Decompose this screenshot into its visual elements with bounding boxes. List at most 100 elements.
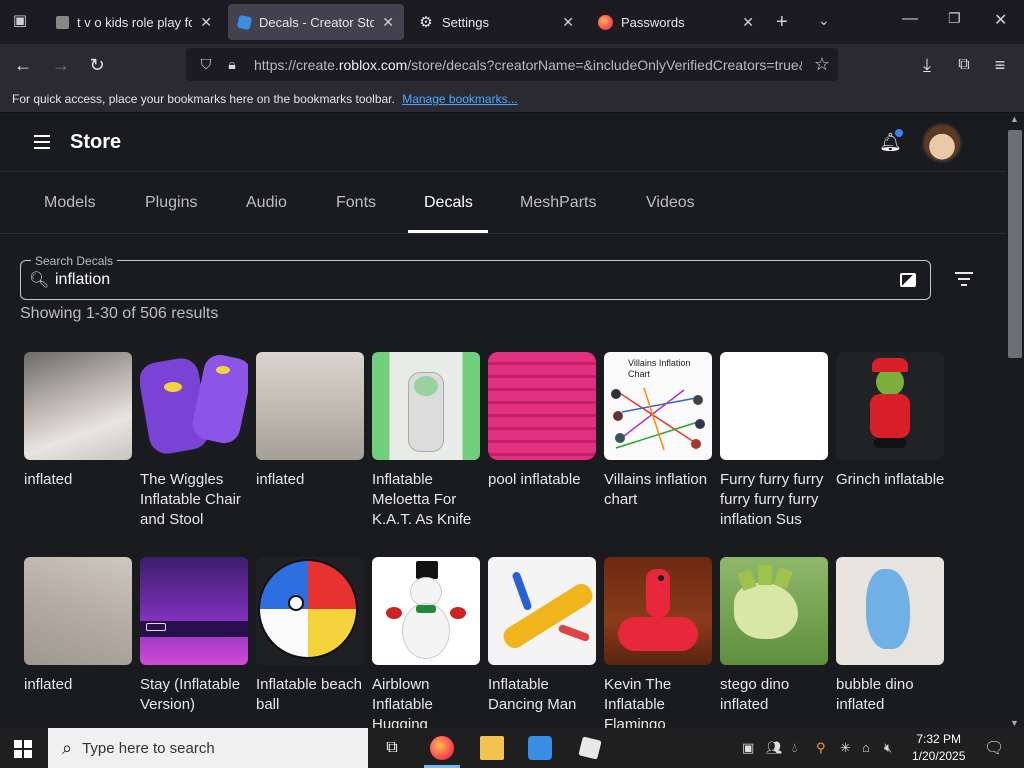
new-tab-icon[interactable]: + — [776, 11, 788, 34]
volume-muted-icon[interactable]: 🔇︎ — [884, 740, 892, 756]
decal-card[interactable]: inflated — [24, 557, 132, 695]
close-tab-icon[interactable]: ✕ — [742, 14, 754, 31]
decal-card[interactable]: pool inflatable — [488, 352, 596, 490]
roblox-studio-taskbar-icon[interactable] — [528, 736, 552, 760]
tab-decals[interactable]: Decals — [424, 194, 473, 212]
back-icon[interactable]: ← — [10, 52, 36, 78]
decal-card[interactable]: Inflatable Meloetta For K.A.T. As Knife — [372, 352, 480, 530]
decal-name[interactable]: Stay (Inflatable Version) — [140, 675, 252, 715]
decal-thumbnail[interactable] — [24, 557, 132, 665]
decal-thumbnail[interactable] — [720, 352, 828, 460]
decal-name[interactable]: inflated — [256, 470, 368, 490]
taskbar-search-box[interactable]: ⌕ Type here to search — [48, 728, 368, 768]
decal-card[interactable]: Inflatable Dancing Man — [488, 557, 596, 715]
decal-card[interactable]: Stay (Inflatable Version) — [140, 557, 248, 715]
decal-name[interactable]: inflated — [24, 675, 136, 695]
tab-tvo-kids[interactable]: t v o kids role play for · ✕ — [46, 4, 222, 40]
hamburger-menu-icon[interactable] — [34, 135, 50, 149]
tab-overview-icon[interactable]: ▣ — [8, 11, 32, 33]
search-input[interactable] — [55, 268, 875, 292]
shield-icon[interactable]: ⛉ — [196, 56, 216, 73]
scroll-down-icon[interactable]: ▼ — [1010, 718, 1019, 728]
decal-thumbnail[interactable] — [488, 352, 596, 460]
decal-name[interactable]: stego dino inflated — [720, 675, 832, 715]
extensions-icon[interactable]: ⧉ — [951, 52, 977, 78]
decal-card[interactable]: Villains Inflation Chart Villains inflat… — [604, 352, 712, 510]
close-tab-icon[interactable]: ✕ — [200, 14, 212, 31]
decal-thumbnail[interactable] — [372, 557, 480, 665]
decal-thumbnail[interactable] — [604, 557, 712, 665]
tab-meshparts[interactable]: MeshParts — [520, 194, 596, 212]
reload-icon[interactable]: ↻ — [84, 52, 110, 78]
firefox-taskbar-icon[interactable] — [430, 736, 454, 760]
decal-thumbnail[interactable]: Villains Inflation Chart — [604, 352, 712, 460]
decal-card[interactable]: inflated — [24, 352, 132, 490]
menu-icon[interactable]: ≡ — [987, 52, 1013, 78]
page-scrollbar[interactable]: ▲ ▼ — [1006, 114, 1024, 728]
tab-models[interactable]: Models — [44, 194, 96, 212]
decal-name[interactable]: Airblown Inflatable Hugging — [372, 675, 484, 735]
close-tab-icon[interactable]: ✕ — [562, 14, 574, 31]
url-bar[interactable]: ⛉ 🔒︎ https://create.roblox.com/store/dec… — [186, 48, 838, 81]
tab-decals[interactable]: Decals - Creator Store ✕ — [228, 4, 404, 40]
tab-plugins[interactable]: Plugins — [145, 194, 197, 212]
windows-start-icon[interactable] — [14, 740, 32, 758]
decal-thumbnail[interactable] — [836, 557, 944, 665]
network-icon[interactable]: ✳ — [840, 740, 851, 756]
decal-thumbnail[interactable] — [836, 352, 944, 460]
decal-card[interactable]: Kevin The Inflatable Flamingo — [604, 557, 712, 735]
lock-icon[interactable]: 🔒︎ — [222, 56, 242, 73]
image-search-icon[interactable] — [900, 273, 916, 287]
list-tabs-chevron-icon[interactable]: ⌄ — [818, 12, 830, 29]
decal-thumbnail[interactable] — [720, 557, 828, 665]
decal-name[interactable]: The Wiggles Inflatable Chair and Stool — [140, 470, 252, 530]
manage-bookmarks-link[interactable]: Manage bookmarks... — [402, 92, 517, 106]
decal-name[interactable]: Inflatable beach ball — [256, 675, 368, 715]
minimize-icon[interactable]: — — [902, 10, 918, 28]
decal-card[interactable]: Inflatable beach ball — [256, 557, 364, 715]
tab-settings[interactable]: ⚙ Settings ✕ — [408, 4, 584, 40]
tab-fonts[interactable]: Fonts — [336, 194, 376, 212]
file-explorer-icon[interactable] — [480, 736, 504, 760]
decal-card[interactable]: bubble dino inflated — [836, 557, 944, 715]
decal-card[interactable]: stego dino inflated — [720, 557, 828, 715]
search-tray-icon[interactable]: ⚲ — [816, 740, 826, 756]
close-window-icon[interactable]: ✕ — [994, 10, 1007, 30]
scroll-up-icon[interactable]: ▲ — [1010, 114, 1019, 124]
decal-thumbnail[interactable] — [256, 352, 364, 460]
tab-videos[interactable]: Videos — [646, 194, 695, 212]
decal-thumbnail[interactable] — [24, 352, 132, 460]
page-title[interactable]: Store — [70, 131, 121, 154]
decal-name[interactable]: pool inflatable — [488, 470, 600, 490]
notifications-icon[interactable]: 🗨︎ — [984, 738, 1004, 758]
decal-card[interactable]: inflated — [256, 352, 364, 490]
decal-card[interactable]: Airblown Inflatable Hugging — [372, 557, 480, 735]
close-tab-icon[interactable]: ✕ — [382, 14, 394, 31]
decal-thumbnail[interactable] — [140, 352, 248, 460]
system-clock[interactable]: 7:32 PM 1/20/2025 — [912, 731, 965, 765]
people-icon[interactable]: 👥︎ — [766, 740, 783, 756]
decal-name[interactable]: bubble dino inflated — [836, 675, 948, 715]
decal-card[interactable]: Furry furry furry furry furry furry infl… — [720, 352, 828, 530]
tab-audio[interactable]: Audio — [246, 194, 287, 212]
decal-name[interactable]: Inflatable Dancing Man — [488, 675, 600, 715]
search-decals-field[interactable]: Search Decals 🔍︎ — [20, 254, 931, 300]
roblox-taskbar-icon[interactable] — [578, 736, 602, 760]
decal-thumbnail[interactable] — [140, 557, 248, 665]
decal-thumbnail[interactable] — [488, 557, 596, 665]
droplet-icon[interactable]: 💧︎ — [792, 740, 797, 756]
decal-thumbnail[interactable] — [372, 352, 480, 460]
restore-icon[interactable]: ❐ — [948, 10, 961, 27]
decal-name[interactable]: Furry furry furry furry furry furry infl… — [720, 470, 832, 530]
decal-thumbnail[interactable] — [256, 557, 364, 665]
filter-icon[interactable] — [955, 272, 973, 286]
decal-card[interactable]: The Wiggles Inflatable Chair and Stool — [140, 352, 248, 530]
scrollbar-thumb[interactable] — [1008, 130, 1022, 358]
tray-app-icon[interactable]: ▣ — [742, 740, 754, 756]
download-icon[interactable]: ⤓ — [914, 52, 940, 78]
bookmark-star-icon[interactable]: ☆ — [814, 54, 830, 75]
decal-name[interactable]: inflated — [24, 470, 136, 490]
decal-name[interactable]: Villains inflation chart — [604, 470, 716, 510]
avatar[interactable] — [922, 123, 962, 163]
url-text[interactable]: https://create.roblox.com/store/decals?c… — [254, 57, 802, 73]
